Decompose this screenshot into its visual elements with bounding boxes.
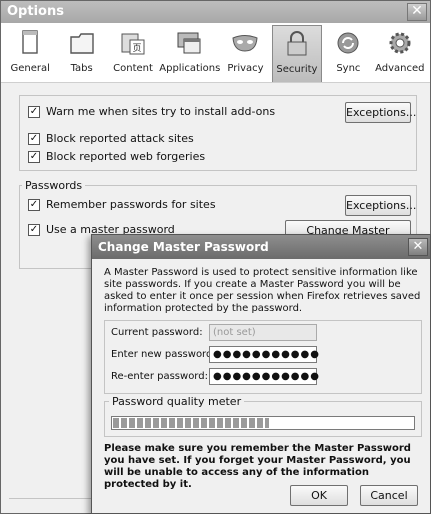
options-toolbar: General Tabs 页 Content Applications Priv…	[1, 23, 430, 83]
dialog-title: Change Master Password	[98, 240, 269, 254]
tab-content[interactable]: 页 Content	[108, 25, 158, 82]
options-titlebar: Options ✕	[1, 1, 430, 23]
tab-general-label: General	[10, 63, 50, 74]
current-password-field: (not set)	[209, 324, 317, 341]
block-attack-checkbox[interactable]: ✓	[28, 132, 40, 145]
block-attack-label: Block reported attack sites	[46, 132, 194, 145]
tab-applications-label: Applications	[159, 63, 221, 74]
addons-exceptions-button[interactable]: Exceptions...	[345, 102, 416, 123]
applications-icon	[177, 32, 201, 54]
window-title: Options	[7, 4, 64, 19]
remember-passwords-row[interactable]: ✓ Remember passwords for sites	[28, 198, 216, 211]
advanced-icon	[389, 32, 411, 54]
block-forgeries-checkbox[interactable]: ✓	[28, 150, 40, 163]
block-attack-row[interactable]: ✓ Block reported attack sites	[28, 132, 194, 145]
block-forgeries-row[interactable]: ✓ Block reported web forgeries	[28, 150, 205, 163]
content-icon: 页	[121, 33, 145, 55]
tab-advanced[interactable]: Advanced	[375, 25, 425, 82]
warn-addons-label: Warn me when sites try to install add-on…	[46, 105, 276, 118]
tab-privacy[interactable]: Privacy	[220, 25, 270, 82]
dialog-warning: Please make sure you remember the Master…	[104, 443, 411, 490]
reenter-password-label: Re-enter password:	[111, 371, 208, 382]
dialog-close-icon[interactable]: ✕	[408, 238, 428, 256]
quality-meter-group: Password quality meter	[104, 395, 422, 437]
ok-button[interactable]: OK	[290, 485, 348, 506]
tab-sync[interactable]: Sync	[323, 25, 373, 82]
master-password-checkbox[interactable]: ✓	[28, 223, 40, 236]
password-quality-meter	[111, 416, 415, 430]
dialog-description: A Master Password is used to protect sen…	[104, 267, 421, 314]
tabs-icon	[69, 33, 94, 54]
tab-security-label: Security	[276, 64, 318, 75]
tab-content-label: Content	[113, 63, 153, 74]
bottom-divider	[9, 498, 91, 499]
tab-tabs-label: Tabs	[70, 63, 93, 74]
password-fields-group: Current password: (not set) Enter new pa…	[104, 320, 422, 394]
passwords-group-label: Passwords	[22, 179, 86, 192]
dialog-titlebar: Change Master Password ✕	[92, 235, 430, 259]
tab-applications[interactable]: Applications	[159, 25, 221, 82]
security-icon	[287, 31, 307, 56]
quality-meter-label: Password quality meter	[109, 395, 245, 408]
new-password-field[interactable]: ●●●●●●●●●●●	[209, 346, 319, 363]
warn-addons-checkbox[interactable]: ✓	[28, 105, 40, 118]
tab-privacy-label: Privacy	[227, 63, 264, 74]
block-forgeries-label: Block reported web forgeries	[46, 150, 206, 163]
warn-addons-row[interactable]: ✓ Warn me when sites try to install add-…	[28, 105, 275, 118]
remember-passwords-checkbox[interactable]: ✓	[28, 198, 40, 211]
sync-icon	[337, 32, 359, 54]
general-icon	[22, 30, 38, 54]
tab-security[interactable]: Security	[271, 25, 323, 82]
cancel-button[interactable]: Cancel	[360, 485, 418, 506]
current-password-label: Current password:	[111, 327, 203, 338]
svg-text:页: 页	[133, 43, 142, 54]
privacy-icon	[232, 35, 258, 52]
close-icon[interactable]: ✕	[407, 3, 427, 21]
new-password-label: Enter new password:	[111, 349, 216, 360]
passwords-exceptions-button[interactable]: Exceptions...	[345, 195, 416, 216]
quality-meter-fill	[113, 418, 269, 428]
reenter-password-field[interactable]: ●●●●●●●●●●●	[209, 368, 319, 385]
tab-sync-label: Sync	[336, 63, 361, 74]
tab-advanced-label: Advanced	[375, 63, 425, 74]
tab-general[interactable]: General	[5, 25, 55, 82]
change-master-password-dialog: Change Master Password ✕ A Master Passwo…	[91, 234, 431, 514]
remember-passwords-label: Remember passwords for sites	[46, 198, 216, 211]
tab-tabs[interactable]: Tabs	[56, 25, 106, 82]
